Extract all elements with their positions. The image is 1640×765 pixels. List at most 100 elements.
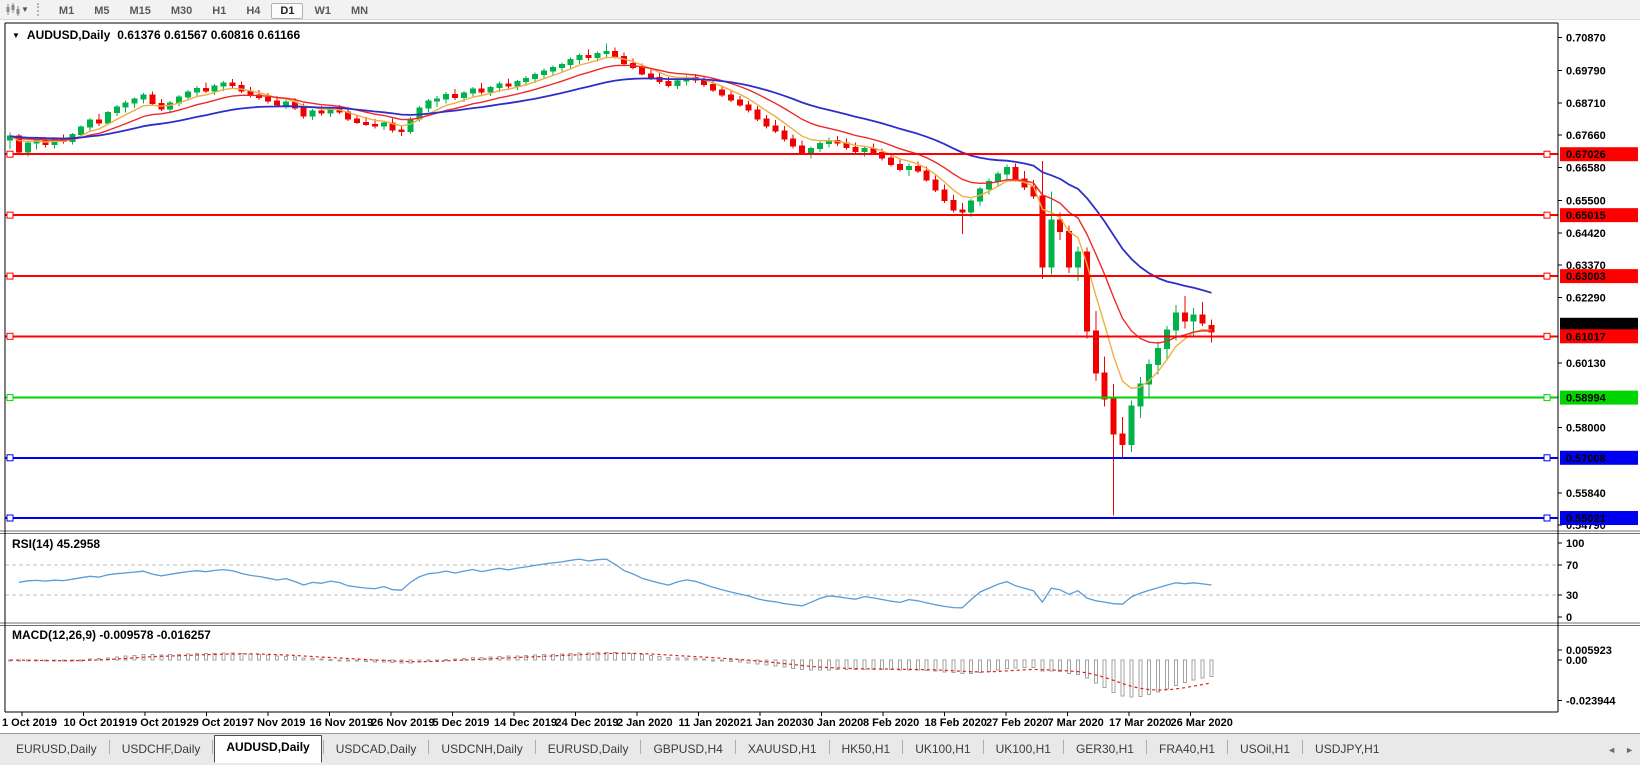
chart-tab-usdchf-daily[interactable]: USDCHF,Daily (111, 738, 212, 765)
chart-tab-usdcad-daily[interactable]: USDCAD,Daily (325, 738, 428, 765)
level-price-label: 0.55021 (1566, 513, 1606, 525)
tab-scroll-right-button[interactable]: ► (1625, 745, 1634, 755)
rsi-name: RSI(14) (12, 537, 54, 551)
tab-separator (428, 740, 430, 754)
timeframe-button-m1[interactable]: M1 (50, 3, 83, 19)
macd-indicator-label: MACD(12,26,9) -0.009578 -0.016257 (12, 628, 211, 642)
date-tick-label: 7 Nov 2019 (248, 717, 305, 729)
tab-separator (108, 740, 110, 754)
date-tick-label: 27 Feb 2020 (986, 717, 1048, 729)
price-tick-label: 0.58000 (1566, 423, 1606, 435)
chart-tab-hk50-h1[interactable]: HK50,H1 (831, 738, 902, 765)
date-tick-label: 29 Oct 2019 (187, 717, 248, 729)
symbol-dropdown-icon[interactable]: ▼ (12, 31, 20, 40)
date-tick-label: 16 Nov 2019 (310, 717, 374, 729)
tab-separator (1227, 740, 1229, 754)
timeframe-button-w1[interactable]: W1 (305, 3, 340, 19)
level-price-label: 0.63003 (1566, 271, 1606, 283)
date-tick-label: 19 Oct 2019 (125, 717, 186, 729)
timeframe-button-m15[interactable]: M15 (120, 3, 159, 19)
tab-separator (1062, 740, 1064, 754)
tab-separator (212, 740, 214, 754)
date-tick-label: 26 Mar 2020 (1171, 717, 1233, 729)
date-tick-label: 18 Feb 2020 (925, 717, 987, 729)
chart-tab-fra40-h1[interactable]: FRA40,H1 (1148, 738, 1226, 765)
date-tick-label: 11 Jan 2020 (679, 717, 740, 729)
rsi-tick-label: 30 (1566, 590, 1578, 602)
date-tick-label: 2 Jan 2020 (617, 717, 673, 729)
tab-separator (534, 740, 536, 754)
timeframe-button-mn[interactable]: MN (342, 3, 377, 19)
date-tick-label: 26 Nov 2019 (371, 717, 435, 729)
rsi-tick-label: 100 (1566, 538, 1584, 550)
timeframe-button-h1[interactable]: H1 (203, 3, 235, 19)
chart-tab-gbpusd-h4[interactable]: GBPUSD,H4 (642, 738, 733, 765)
macd-tick-label: -0.023944 (1566, 696, 1616, 708)
date-tick-label: 30 Jan 2020 (802, 717, 864, 729)
tab-separator (734, 740, 736, 754)
date-tick-label: 7 Mar 2020 (1048, 717, 1104, 729)
chart-tab-uk100-h1[interactable]: UK100,H1 (904, 738, 981, 765)
tab-separator (1302, 740, 1304, 754)
macd-tick-label: 0.00 (1566, 655, 1587, 667)
tab-scroll-left-button[interactable]: ◄ (1607, 745, 1616, 755)
date-tick-label: 5 Dec 2019 (433, 717, 490, 729)
tab-separator (322, 740, 324, 754)
tab-separator (1145, 740, 1147, 754)
chart-tabs: EURUSD,Daily USDCHF,Daily AUDUSD,Daily USDC… (0, 734, 1640, 765)
level-price-label: 0.65015 (1566, 210, 1606, 222)
chart-tab-usdcnh-daily[interactable]: USDCNH,Daily (430, 738, 533, 765)
chart-area[interactable]: 0.70870 0.69790 0.68710 0.67660 0.66580 0.655… (0, 20, 1640, 733)
date-tick-label: 24 Dec 2019 (556, 717, 619, 729)
price-tick-label: 0.65500 (1566, 195, 1606, 207)
tab-separator (982, 740, 984, 754)
timeframe-button-h4[interactable]: H4 (237, 3, 269, 19)
timeframe-button-d1[interactable]: D1 (271, 2, 304, 19)
tab-separator (902, 740, 904, 754)
rsi-tick-label: 70 (1566, 560, 1578, 572)
timeframe-button-m30[interactable]: M30 (162, 3, 201, 19)
price-tick-label: 0.64420 (1566, 228, 1606, 240)
chart-tab-usdjpy-h1[interactable]: USDJPY,H1 (1304, 738, 1390, 765)
price-tick-label: 0.68710 (1566, 98, 1606, 110)
chart-tab-xauusd-h1[interactable]: XAUUSD,H1 (737, 738, 828, 765)
toolbar-grip[interactable] (36, 3, 39, 16)
chart-title: ▼ AUDUSD,Daily 0.61376 0.61567 0.60816 0… (12, 28, 300, 42)
chart-tab-audusd-daily[interactable]: AUDUSD,Daily (214, 735, 322, 763)
price-tick-label: 0.55840 (1566, 488, 1606, 500)
macd-values: -0.009578 -0.016257 (99, 628, 211, 642)
price-tick-label: 0.62290 (1566, 293, 1606, 305)
date-tick-label: 17 Mar 2020 (1109, 717, 1171, 729)
tab-scroll-arrows: ◄ ► (1607, 745, 1634, 755)
chart-tab-usoil-h1[interactable]: USOil,H1 (1229, 738, 1301, 765)
timeframe-toolbar: ▼ M1 M5 M15 M30 H1 H4 D1 W1 MN (0, 0, 1640, 20)
price-tick-label: 0.67660 (1566, 130, 1606, 142)
rsi-indicator-label: RSI(14) 45.2958 (12, 537, 100, 551)
chart-tab-eurusd-daily[interactable]: EURUSD,Daily (5, 738, 108, 765)
rsi-tick-label: 0 (1566, 612, 1572, 624)
price-tick-label: 0.60130 (1566, 358, 1606, 370)
chart-tab-ger30-h1[interactable]: GER30,H1 (1065, 738, 1145, 765)
price-tick-label: 0.66580 (1566, 163, 1606, 175)
price-tick-label: 0.69790 (1566, 65, 1606, 77)
chart-tab-bar: EURUSD,Daily USDCHF,Daily AUDUSD,Daily USDC… (0, 733, 1640, 765)
rsi-value: 45.2958 (56, 537, 101, 551)
candlestick-chart-icon (6, 3, 20, 16)
chart-tab-eurusd-daily[interactable]: EURUSD,Daily (537, 738, 640, 765)
level-price-label: 0.67026 (1566, 149, 1606, 161)
date-tick-label: 10 Oct 2019 (64, 717, 125, 729)
timeframe-button-m5[interactable]: M5 (85, 3, 118, 19)
chart-symbol-label: AUDUSD,Daily (26, 28, 111, 42)
date-tick-label: 14 Dec 2019 (494, 717, 557, 729)
level-price-label: 0.57008 (1566, 453, 1606, 465)
chart-type-icon[interactable] (5, 3, 20, 16)
macd-name: MACD(12,26,9) (12, 628, 97, 642)
timeframe-buttons: M1 M5 M15 M30 H1 H4 D1 W1 MN (49, 1, 378, 19)
date-tick-label: 1 Oct 2019 (2, 717, 57, 729)
price-tick-label: 0.70870 (1566, 33, 1606, 45)
level-price-label: 0.58994 (1566, 393, 1607, 405)
chart-type-dropdown-icon[interactable]: ▼ (21, 5, 29, 14)
tab-separator (640, 740, 642, 754)
tab-separator (828, 740, 830, 754)
chart-tab-uk100-h1[interactable]: UK100,H1 (985, 738, 1062, 765)
